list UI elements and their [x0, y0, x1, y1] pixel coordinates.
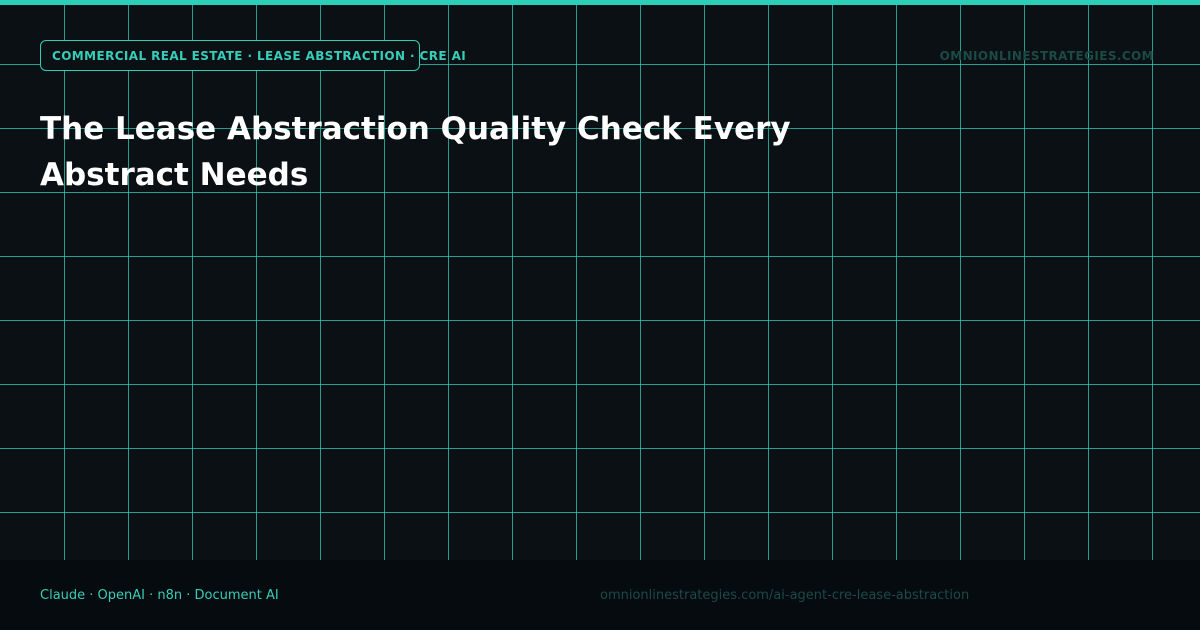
footer-tools-list: Claude · OpenAI · n8n · Document AI: [40, 588, 279, 603]
footer-url: omnionlinestrategies.com/ai-agent-cre-le…: [600, 588, 970, 603]
site-domain: OMNIONLINESTRATEGIES.COM: [939, 49, 1154, 63]
category-tag: COMMERCIAL REAL ESTATE · LEASE ABSTRACTI…: [40, 40, 466, 71]
background-grid: [0, 0, 1200, 560]
category-tag-label: COMMERCIAL REAL ESTATE · LEASE ABSTRACTI…: [52, 48, 467, 63]
social-card: COMMERCIAL REAL ESTATE · LEASE ABSTRACTI…: [0, 0, 1200, 630]
footer-bar: Claude · OpenAI · n8n · Document AI omni…: [0, 560, 1200, 630]
page-title: The Lease Abstraction Quality Check Ever…: [40, 111, 791, 193]
top-accent-bar: [0, 0, 1200, 5]
